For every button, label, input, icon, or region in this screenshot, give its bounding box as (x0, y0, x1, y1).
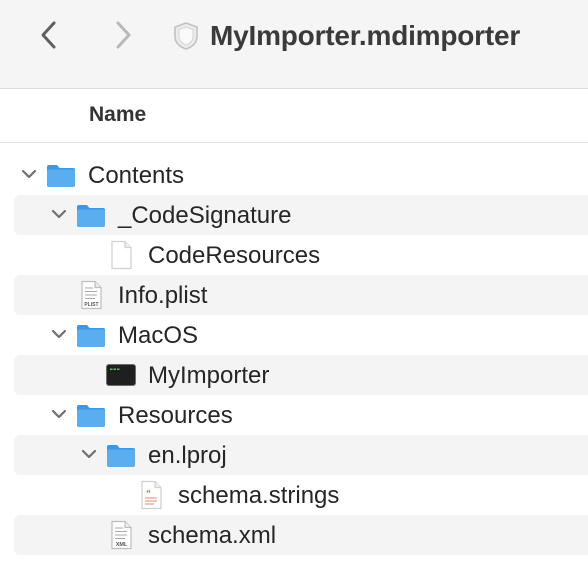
disclosure-chevron-icon[interactable] (49, 324, 69, 344)
forward-button[interactable] (108, 18, 138, 52)
strings-file-icon-wrapper: “ (135, 480, 167, 510)
window-title: MyImporter.mdimporter (210, 20, 521, 51)
folder-icon-wrapper (75, 320, 107, 350)
tree-row-macos[interactable]: MacOS (14, 315, 588, 355)
folder-icon-wrapper (75, 400, 107, 430)
chevron-left-icon (41, 21, 56, 49)
chevron-right-icon (116, 21, 131, 49)
tree-row-schema-strings[interactable]: “ schema.strings (14, 475, 588, 515)
tree-row-label: schema.xml (148, 522, 277, 549)
document-icon (111, 240, 132, 270)
svg-text:XML: XML (116, 542, 128, 548)
folder-icon (47, 165, 75, 187)
shield-icon (174, 22, 198, 50)
document-icon-wrapper (105, 240, 137, 270)
tree-row-resources[interactable]: Resources (14, 395, 588, 435)
name-column-header[interactable]: Name (89, 103, 146, 127)
tree-row-label: schema.strings (178, 482, 340, 509)
tree-row-myimporter[interactable]: MyImporter (14, 355, 588, 395)
back-button[interactable] (34, 18, 64, 52)
plist-file-icon-wrapper: PLIST (75, 280, 107, 310)
window-title-group: MyImporter.mdimporter (172, 17, 520, 55)
tree-row-info-plist[interactable]: PLIST Info.plist (14, 275, 588, 315)
tree-row-en-lproj[interactable]: en.lproj (14, 435, 588, 475)
tree-row-codesignature[interactable]: _CodeSignature (14, 195, 588, 235)
tree-row-label: _CodeSignature (118, 202, 292, 229)
disclosure-chevron-icon[interactable] (79, 444, 99, 464)
folder-icon-wrapper (105, 440, 137, 470)
disclosure-chevron-icon[interactable] (19, 164, 39, 184)
xml-file-icon: XML (111, 520, 132, 550)
disclosure-chevron-icon[interactable] (49, 204, 69, 224)
terminal-executable-icon (106, 364, 136, 386)
folder-icon (77, 405, 105, 427)
tree-row-label: MyImporter (148, 362, 270, 389)
tree-row-contents[interactable]: Contents (14, 155, 588, 195)
tree-row-label: Contents (88, 162, 185, 189)
folder-icon (107, 445, 135, 467)
folder-icon-wrapper (45, 160, 77, 190)
tree-row-schema-xml[interactable]: XML schema.xml (14, 515, 588, 555)
tree-row-label: Info.plist (118, 282, 208, 309)
folder-icon (77, 205, 105, 227)
folder-icon-wrapper (75, 200, 107, 230)
folder-icon (77, 325, 105, 347)
plist-file-icon: PLIST (81, 280, 102, 310)
tree-row-label: Resources (118, 402, 233, 429)
tree-row-label: CodeResources (148, 242, 321, 269)
executable-icon-wrapper (105, 360, 137, 390)
disclosure-chevron-icon[interactable] (49, 404, 69, 424)
strings-file-icon: “ (141, 480, 162, 510)
tree-row-label: MacOS (118, 322, 199, 349)
toolbar: MyImporter.mdimporter (0, 0, 588, 89)
column-header: Name (0, 89, 588, 143)
tree-row-coderesources[interactable]: CodeResources (14, 235, 588, 275)
xml-file-icon-wrapper: XML (105, 520, 137, 550)
svg-text:PLIST: PLIST (84, 302, 98, 308)
tree-row-label: en.lproj (148, 442, 227, 469)
svg-text:“: “ (146, 488, 151, 498)
